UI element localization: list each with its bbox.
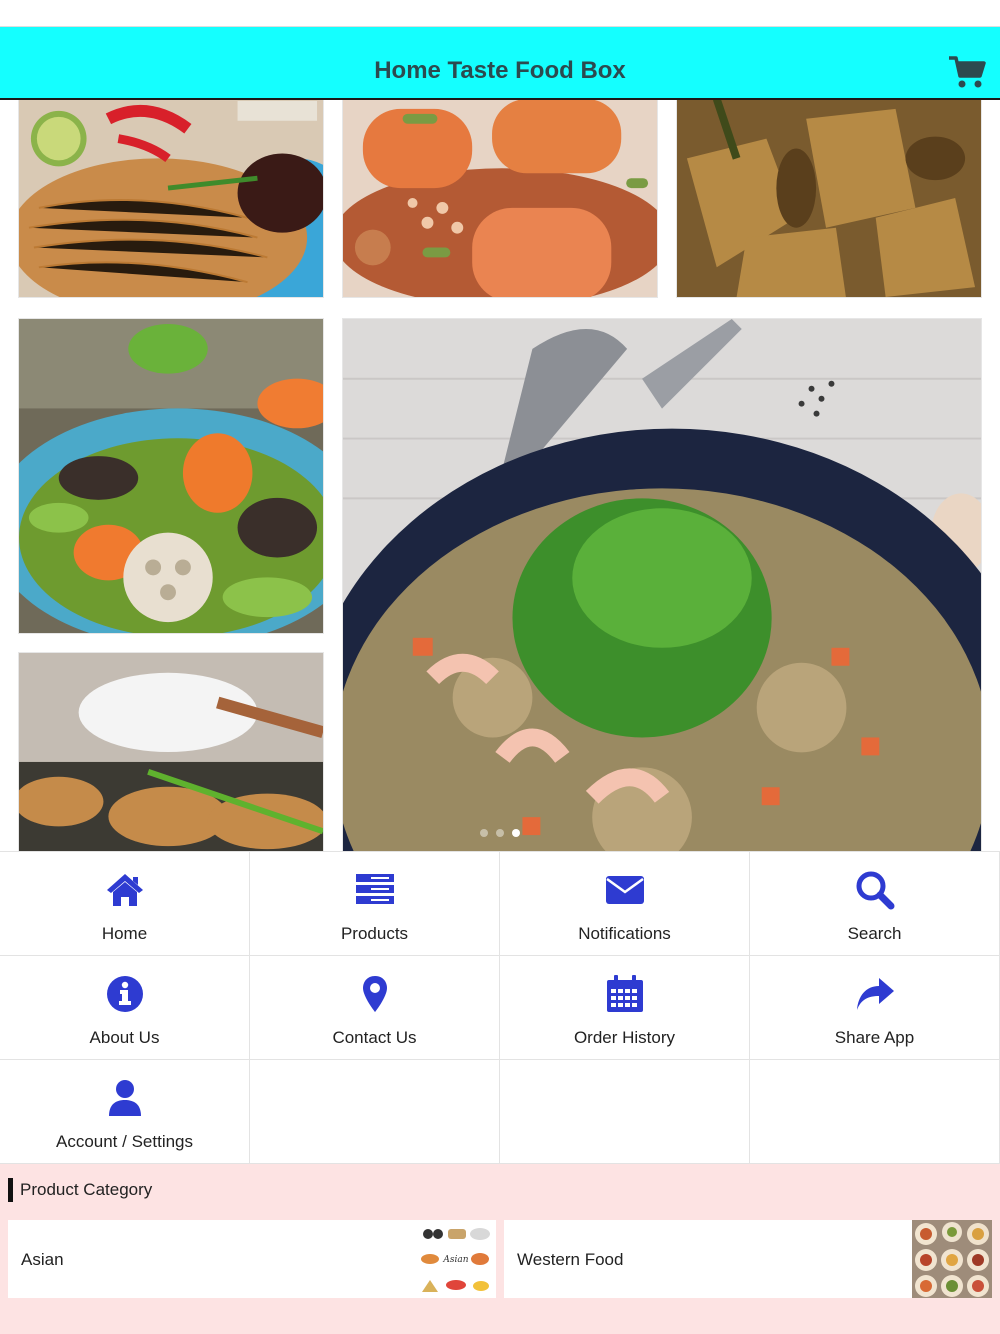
menu-products-label: Products bbox=[340, 924, 409, 943]
envelope-icon bbox=[605, 876, 644, 904]
menu-contact-us-label: Contact Us bbox=[332, 1028, 417, 1047]
food-image-fried-rice[interactable] bbox=[342, 318, 982, 851]
menu-search-label: Search bbox=[847, 924, 902, 943]
menu-empty-cell bbox=[750, 1060, 1000, 1164]
slider-pagination[interactable] bbox=[480, 829, 520, 837]
menu-about-us-label: About Us bbox=[89, 1028, 160, 1047]
slider-dot-1[interactable] bbox=[480, 829, 488, 837]
food-image-vegetables[interactable] bbox=[18, 318, 324, 634]
food-image-noodles[interactable] bbox=[18, 100, 324, 298]
info-icon bbox=[106, 976, 143, 1012]
menu-products[interactable]: Products bbox=[250, 852, 500, 956]
menu-notifications-label: Notifications bbox=[578, 924, 671, 943]
food-image-tofu[interactable] bbox=[342, 100, 658, 298]
menu-account-settings-label: Account / Settings bbox=[55, 1132, 194, 1151]
slider-dot-3[interactable] bbox=[512, 829, 520, 837]
share-icon bbox=[856, 978, 894, 1010]
menu-empty-cell bbox=[250, 1060, 500, 1164]
category-name: Western Food bbox=[517, 1250, 624, 1269]
western-food-thumbnail bbox=[912, 1220, 992, 1298]
food-image-slider[interactable] bbox=[0, 100, 1000, 851]
svg-text:Asian: Asian bbox=[442, 1255, 468, 1265]
product-category-title: Product Category bbox=[8, 1178, 152, 1202]
app-title: Home Taste Food Box bbox=[374, 57, 626, 84]
menu-share-app-label: Share App bbox=[834, 1028, 915, 1047]
status-bar bbox=[0, 0, 1000, 27]
category-name: Asian bbox=[21, 1250, 64, 1269]
menu-home[interactable]: Home bbox=[0, 852, 250, 956]
menu-share-app[interactable]: Share App bbox=[750, 956, 1000, 1060]
shopping-cart-icon[interactable] bbox=[948, 55, 986, 89]
menu-contact-us[interactable]: Contact Us bbox=[250, 956, 500, 1060]
menu-empty-cell bbox=[500, 1060, 750, 1164]
home-icon bbox=[106, 874, 143, 906]
main-menu-grid: Home Products Notifications Search About… bbox=[0, 851, 1000, 1164]
food-image-curry-chicken[interactable] bbox=[676, 100, 982, 298]
menu-order-history[interactable]: Order History bbox=[500, 956, 750, 1060]
app-header: Home Taste Food Box bbox=[0, 27, 1000, 100]
map-pin-icon bbox=[362, 976, 387, 1012]
menu-notifications[interactable]: Notifications bbox=[500, 852, 750, 956]
category-card-asian[interactable]: Asian Asian bbox=[8, 1220, 496, 1298]
menu-search[interactable]: Search bbox=[750, 852, 1000, 956]
food-image-soup[interactable] bbox=[18, 652, 324, 851]
user-icon bbox=[108, 1080, 141, 1116]
category-card-western-food[interactable]: Western Food bbox=[504, 1220, 992, 1298]
menu-home-label: Home bbox=[101, 924, 148, 943]
menu-account-settings[interactable]: Account / Settings bbox=[0, 1060, 250, 1164]
slider-dot-2[interactable] bbox=[496, 829, 504, 837]
menu-about-us[interactable]: About Us bbox=[0, 956, 250, 1060]
menu-order-history-label: Order History bbox=[573, 1028, 676, 1047]
calendar-icon bbox=[606, 975, 643, 1012]
search-icon bbox=[856, 871, 894, 910]
asian-food-thumbnail: Asian bbox=[416, 1220, 496, 1298]
product-category-section: Product Category Asian Asian Western Foo… bbox=[0, 1164, 1000, 1334]
list-icon bbox=[355, 874, 394, 904]
